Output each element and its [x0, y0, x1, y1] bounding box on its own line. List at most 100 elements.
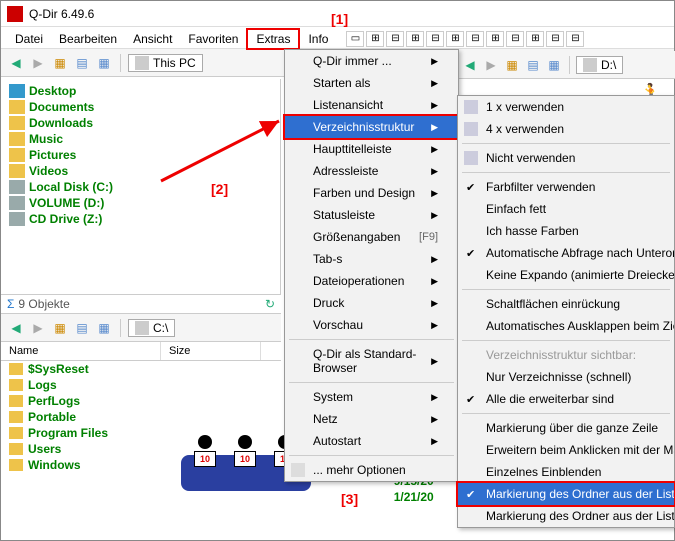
menu-item[interactable]: Dateioperationen▶	[285, 270, 458, 292]
tree-icon[interactable]: ▦	[51, 319, 69, 337]
menu-item[interactable]: Vorschau▶	[285, 314, 458, 336]
pc-icon	[135, 56, 149, 70]
forward-icon[interactable]: ▶	[29, 54, 47, 72]
file-row[interactable]: Portable	[1, 409, 281, 425]
submenu-item[interactable]: 1 x verwenden	[458, 96, 674, 118]
folder-icon	[9, 459, 23, 471]
tree-item[interactable]: Desktop	[1, 83, 280, 99]
menu-item[interactable]: Statusleiste▶	[285, 204, 458, 226]
list-icon[interactable]: ▤	[524, 56, 542, 74]
tree-label: Downloads	[29, 116, 93, 130]
address-bar-bottom[interactable]: C:\	[128, 319, 175, 337]
menu-extras[interactable]: Extras	[246, 28, 300, 50]
submenu-item[interactable]: Nicht verwenden	[458, 147, 674, 169]
refresh-icon[interactable]: ↻	[265, 297, 275, 311]
file-row[interactable]: PerfLogs	[1, 393, 281, 409]
menu-separator	[289, 339, 454, 340]
back-icon[interactable]: ◀	[7, 319, 25, 337]
layout-icon[interactable]: ⊟	[546, 31, 564, 47]
tree-icon[interactable]: ▦	[51, 54, 69, 72]
menu-item[interactable]: Starten als▶	[285, 72, 458, 94]
submenu-item[interactable]: Keine Expando (animierte Dreiecke)	[458, 264, 674, 286]
back-icon[interactable]: ◀	[7, 54, 25, 72]
tree-item[interactable]: VOLUME (D:)	[1, 195, 280, 211]
tree-item[interactable]: Videos	[1, 163, 280, 179]
menu-item[interactable]: Verzeichnisstruktur▶	[285, 116, 458, 138]
forward-icon[interactable]: ▶	[482, 56, 500, 74]
menu-info[interactable]: Info	[300, 30, 336, 48]
col-size[interactable]: Size	[161, 342, 261, 360]
submenu-item[interactable]: ✔Alle die erweiterbar sind	[458, 388, 674, 410]
list-icon[interactable]: ▤	[73, 319, 91, 337]
address-bar[interactable]: This PC	[128, 54, 203, 72]
layout-icon[interactable]: ⊟	[426, 31, 444, 47]
menu-item[interactable]: Farben und Design▶	[285, 182, 458, 204]
menu-item[interactable]: Autostart▶	[285, 430, 458, 452]
view-icon[interactable]: ▦	[545, 56, 563, 74]
submenu-item[interactable]: Erweitern beim Anklicken mit der Maus	[458, 439, 674, 461]
submenu-item[interactable]: Automatisches Ausklappen beim Ziehen	[458, 315, 674, 337]
menu-item[interactable]: Haupttitelleiste▶	[285, 138, 458, 160]
tree-icon[interactable]: ▦	[503, 56, 521, 74]
submenu-item[interactable]: Einzelnes Einblenden	[458, 461, 674, 483]
submenu-item[interactable]: ✔Markierung des Ordner aus der Listenans…	[458, 483, 674, 505]
layout-icon[interactable]: ⊞	[446, 31, 464, 47]
menu-ansicht[interactable]: Ansicht	[125, 30, 180, 48]
menu-item[interactable]: Listenansicht▶	[285, 94, 458, 116]
menu-item[interactable]: Adressleiste▶	[285, 160, 458, 182]
file-row[interactable]: Users	[1, 441, 281, 457]
menu-item[interactable]: Q-Dir immer ...▶	[285, 50, 458, 72]
tree-item[interactable]: Downloads	[1, 115, 280, 131]
layout-icon[interactable]: ▭	[346, 31, 364, 47]
menu-bearbeiten[interactable]: Bearbeiten	[51, 30, 125, 48]
submenu-item[interactable]: 4 x verwenden	[458, 118, 674, 140]
layout-icon[interactable]: ⊟	[386, 31, 404, 47]
submenu-item[interactable]: Schaltflächen einrückung	[458, 293, 674, 315]
file-row[interactable]: Program Files	[1, 425, 281, 441]
tree-label: Pictures	[29, 148, 76, 162]
file-row[interactable]: Windows	[1, 457, 281, 473]
menu-favoriten[interactable]: Favoriten	[180, 30, 246, 48]
tree-label: Videos	[29, 164, 68, 178]
submenu-item[interactable]: ✔Automatische Abfrage nach Unterordnern	[458, 242, 674, 264]
forward-icon[interactable]: ▶	[29, 319, 47, 337]
menu-item[interactable]: Druck▶	[285, 292, 458, 314]
menu-datei[interactable]: Datei	[7, 30, 51, 48]
layout-icon[interactable]: ⊟	[566, 31, 584, 47]
file-row[interactable]: Logs	[1, 377, 281, 393]
layout-icon[interactable]: ⊞	[406, 31, 424, 47]
desktop-icon	[9, 84, 25, 98]
address-bar-right[interactable]: D:\	[576, 56, 623, 74]
list-icon[interactable]: ▤	[73, 54, 91, 72]
tree-item[interactable]: Documents	[1, 99, 280, 115]
menu-item[interactable]: Q-Dir als Standard-Browser▶	[285, 343, 458, 379]
layout-icon[interactable]: ⊞	[366, 31, 384, 47]
menu-item[interactable]: ... mehr Optionen	[285, 459, 458, 481]
tree-item[interactable]: CD Drive (Z:)	[1, 211, 280, 227]
layout-icon[interactable]: ⊞	[526, 31, 544, 47]
submenu-arrow-icon: ▶	[431, 392, 438, 403]
menu-item[interactable]: System▶	[285, 386, 458, 408]
menu-item[interactable]: Netz▶	[285, 408, 458, 430]
menu-item[interactable]: Tab-s▶	[285, 248, 458, 270]
submenu-item[interactable]: Markierung über die ganze Zeile	[458, 417, 674, 439]
back-icon[interactable]: ◀	[461, 56, 479, 74]
menu-label: Q-Dir immer ...	[313, 54, 392, 68]
submenu-item[interactable]: Einfach fett	[458, 198, 674, 220]
submenu-item[interactable]: ✔Farbfilter verwenden	[458, 176, 674, 198]
file-row[interactable]: $SysReset	[1, 361, 281, 377]
view-icon[interactable]: ▦	[95, 319, 113, 337]
tree-item[interactable]: Music	[1, 131, 280, 147]
col-name[interactable]: Name	[1, 342, 161, 360]
menu-item[interactable]: Größenangaben[F9]	[285, 226, 458, 248]
layout-icon[interactable]: ⊟	[466, 31, 484, 47]
layout-icon[interactable]: ⊞	[486, 31, 504, 47]
layout-icon[interactable]: ⊟	[506, 31, 524, 47]
tree-item[interactable]: Local Disk (C:)	[1, 179, 280, 195]
submenu-item[interactable]: Markierung des Ordner aus der Listenansi…	[458, 505, 674, 527]
submenu-label: Automatisches Ausklappen beim Ziehen	[486, 319, 674, 333]
view-icon[interactable]: ▦	[95, 54, 113, 72]
tree-item[interactable]: Pictures	[1, 147, 280, 163]
submenu-item[interactable]: Nur Verzeichnisse (schnell)	[458, 366, 674, 388]
submenu-item[interactable]: Ich hasse Farben	[458, 220, 674, 242]
